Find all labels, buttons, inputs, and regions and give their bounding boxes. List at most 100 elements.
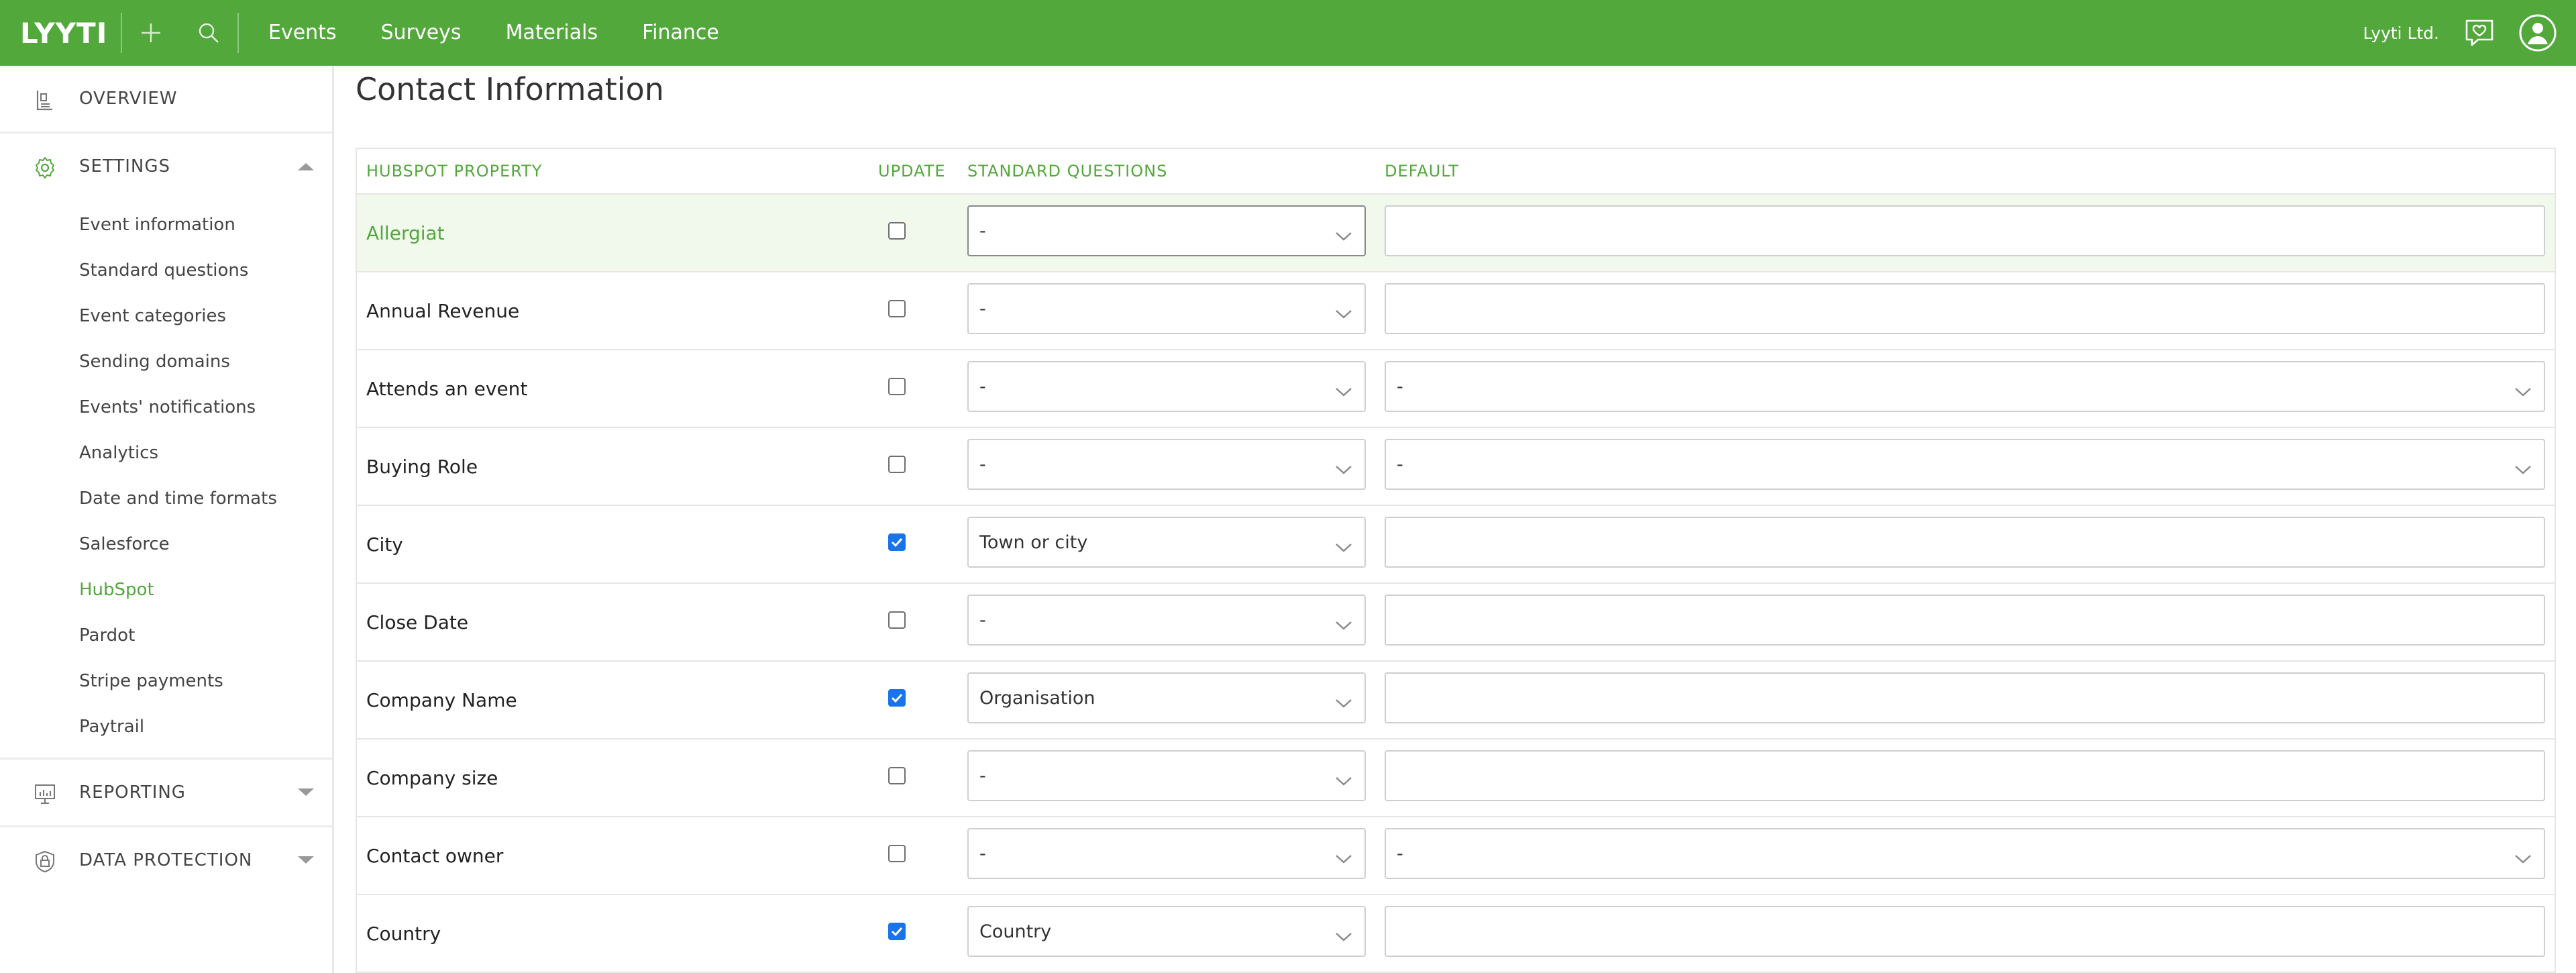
update-checkbox[interactable] [888,456,906,473]
standard-question-select[interactable]: Organisation [967,672,1366,723]
default-input[interactable] [1385,283,2545,334]
standard-question-select[interactable]: - [967,750,1366,801]
update-cell [888,222,907,241]
table-row: Annual Revenue - [357,272,2555,350]
hubspot-property-label: Company Name [366,689,517,711]
default-cell [1385,205,2545,256]
update-cell [888,533,907,552]
default-input[interactable] [1385,595,2545,646]
standard-question-value: - [979,376,986,397]
default-input[interactable] [1385,517,2545,568]
sidebar-item-event-categories[interactable]: Event categories [0,293,332,339]
nav-surveys[interactable]: Surveys [381,0,462,66]
table-row: Allergiat - [357,195,2555,272]
standard-question-cell: - [967,439,1366,490]
sidebar-item-standard-questions[interactable]: Standard questions [0,248,332,293]
standard-question-select[interactable]: - [967,205,1366,256]
sidebar-item-paytrail[interactable]: Paytrail [0,704,332,750]
chevron-up-icon[interactable] [297,161,315,172]
feedback-button[interactable] [2462,15,2497,50]
update-cell [888,456,907,474]
chevron-down-icon [1335,615,1352,630]
update-cell [888,611,907,630]
sidebar-item-analytics[interactable]: Analytics [0,430,332,476]
default-input[interactable] [1385,672,2545,723]
standard-question-value: - [979,765,986,786]
lyyti-logo[interactable]: LYYTI [20,17,121,50]
add-button[interactable] [122,0,180,66]
standard-question-select[interactable]: Country [967,906,1366,957]
search-button[interactable] [180,0,237,66]
standard-question-select[interactable]: - [967,361,1366,412]
organization-name[interactable]: Lyyti Ltd. [2363,23,2439,43]
update-checkbox[interactable] [888,378,906,395]
chevron-down-icon [1335,225,1352,241]
default-select[interactable]: - [1385,439,2545,490]
chevron-down-icon [1335,770,1352,786]
sidebar-item-events-notifications[interactable]: Events' notifications [0,385,332,430]
standard-question-cell: - [967,283,1366,334]
sidebar-item-pardot[interactable]: Pardot [0,613,332,658]
update-cell [888,767,907,786]
nav-finance[interactable]: Finance [642,0,719,66]
settings-submenu: Event information Standard questions Eve… [0,199,332,758]
sidebar-reporting[interactable]: REPORTING [0,760,332,825]
default-input[interactable] [1385,205,2545,256]
sidebar-item-salesforce[interactable]: Salesforce [0,521,332,567]
standard-question-select[interactable]: Town or city [967,517,1366,568]
sidebar-item-date-time-formats[interactable]: Date and time formats [0,476,332,521]
chevron-down-icon [1335,848,1352,864]
default-cell: - [1385,361,2545,412]
standard-question-select[interactable]: - [967,828,1366,879]
default-input[interactable] [1385,750,2545,801]
nav-materials[interactable]: Materials [506,0,598,66]
standard-question-select[interactable]: - [967,283,1366,334]
update-checkbox[interactable] [888,222,906,240]
top-bar: LYYTI Events Surveys Materials Finance L… [0,0,2576,66]
user-avatar-icon [2519,14,2557,52]
standard-question-cell: Organisation [967,672,1366,723]
main-nav: Events Surveys Materials Finance [268,0,763,66]
chevron-down-icon[interactable] [297,855,315,866]
default-input[interactable] [1385,906,2545,957]
sidebar-data-protection[interactable]: DATA PROTECTION [0,827,332,893]
standard-question-value: Organisation [979,687,1095,709]
sidebar-overview[interactable]: OVERVIEW [0,66,332,132]
sidebar-item-stripe-payments[interactable]: Stripe payments [0,658,332,704]
default-select[interactable]: - [1385,361,2545,412]
standard-question-value: - [979,454,986,475]
update-checkbox[interactable] [888,767,906,784]
update-checkbox[interactable] [888,611,906,629]
standard-question-value: Country [979,921,1052,942]
gear-icon [36,157,54,178]
sidebar-overview-label: OVERVIEW [79,89,178,109]
standard-question-select[interactable]: - [967,595,1366,646]
chevron-down-icon [1335,303,1352,319]
default-cell: - [1385,439,2545,490]
update-checkbox[interactable] [888,300,906,317]
nav-events[interactable]: Events [268,0,337,66]
user-menu-button[interactable] [2518,13,2557,52]
default-select[interactable]: - [1385,828,2545,879]
default-cell [1385,906,2545,957]
hubspot-property-label: Company size [366,767,498,789]
standard-question-value: - [979,609,986,631]
standard-question-select[interactable]: - [967,439,1366,490]
default-value: - [1397,376,1403,397]
page-title: Contact Information [356,71,664,107]
default-cell [1385,517,2545,568]
sidebar-settings[interactable]: SETTINGS [0,134,332,199]
update-cell [888,378,907,397]
sidebar-item-hubspot[interactable]: HubSpot [0,567,332,613]
update-checkbox[interactable] [888,689,906,707]
update-checkbox[interactable] [888,845,906,862]
sidebar-item-event-information[interactable]: Event information [0,202,332,248]
update-checkbox[interactable] [888,923,906,940]
sidebar-item-sending-domains[interactable]: Sending domains [0,339,332,385]
mapping-table: HUBSPOT PROPERTY UPDATE STANDARD QUESTIO… [356,148,2556,973]
standard-question-cell: Town or city [967,517,1366,568]
hubspot-property-label: Close Date [366,611,469,633]
standard-question-value: - [979,843,986,864]
update-checkbox[interactable] [888,533,906,551]
chevron-down-icon[interactable] [297,787,315,798]
